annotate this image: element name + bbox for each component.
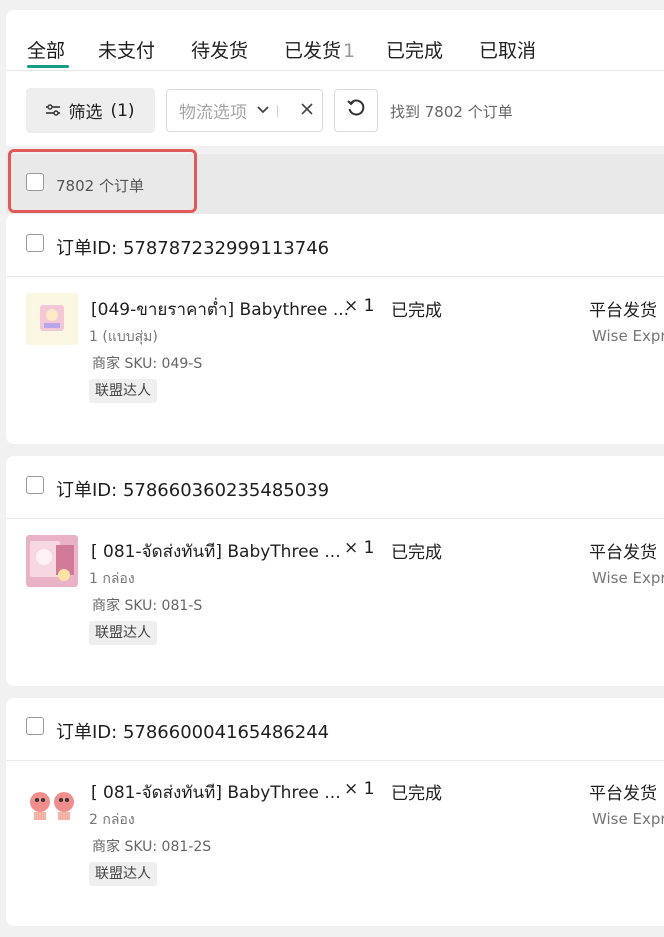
quantity: × 1 xyxy=(344,538,375,558)
product-title[interactable]: [ 081-จัดส่งทันที] BabyThree ... xyxy=(91,538,341,565)
order-header: 订单ID: 578787232999113746 xyxy=(6,214,664,277)
tab-label: 已完成 xyxy=(386,40,444,62)
order-checkbox[interactable] xyxy=(26,476,44,494)
tab-completed[interactable]: 已完成 xyxy=(386,36,443,63)
variant: 1 (แบบสุ่ม) xyxy=(89,329,158,345)
status-tabs: 全部 未支付 待发货 已发货 1 已完成 已取消 xyxy=(6,10,664,71)
product-title[interactable]: [ 081-จัดส่งทันที] BabyThree ... xyxy=(91,779,341,806)
order-card: 订单ID: 578660004165486244 [ 081-จัดส่งทัน… xyxy=(6,698,664,926)
affiliate-tag: 联盟达人 xyxy=(89,621,157,645)
shipping-method: 平台发货 xyxy=(589,301,657,321)
quantity: × 1 xyxy=(344,296,375,316)
tab-to-ship[interactable]: 待发货 xyxy=(191,36,248,63)
tab-label: 已发货 xyxy=(284,40,342,62)
affiliate-tag: 联盟达人 xyxy=(89,379,157,403)
product-thumbnail[interactable] xyxy=(26,776,78,828)
carrier: Wise Expre xyxy=(592,327,664,345)
order-card: 订单ID: 578787232999113746 [049-ขายราคาต่ำ… xyxy=(6,214,664,444)
product-thumbnail[interactable] xyxy=(26,293,78,345)
merchant-sku: 商家 SKU: 049-S xyxy=(92,356,203,372)
close-icon[interactable] xyxy=(301,100,313,120)
variant: 2 กล่อง xyxy=(89,812,135,828)
order-checkbox[interactable] xyxy=(26,717,44,735)
sliders-icon xyxy=(46,101,61,121)
result-count: 找到 7802 个订单 xyxy=(390,103,513,121)
order-id: 订单ID: 578660004165486244 xyxy=(56,722,330,743)
filter-button[interactable]: 筛选 (1) xyxy=(26,88,155,133)
variant: 1 กล่อง xyxy=(89,571,135,587)
tab-label: 全部 xyxy=(27,40,66,62)
product-thumbnail[interactable] xyxy=(26,535,78,587)
tab-label: 已取消 xyxy=(479,40,537,62)
active-tab-indicator xyxy=(27,65,69,68)
filter-label: 筛选 xyxy=(68,103,103,123)
affiliate-tag: 联盟达人 xyxy=(89,862,157,886)
tab-all[interactable]: 全部 xyxy=(27,36,65,63)
order-card: 订单ID: 578660360235485039 [ 081-จัดส่งทัน… xyxy=(6,456,664,686)
product-title[interactable]: [049-ขายราคาต่ำ] Babythree ... xyxy=(91,296,349,323)
tab-label: 待发货 xyxy=(191,40,249,62)
quantity: × 1 xyxy=(344,779,375,799)
chevron-down-icon xyxy=(257,103,269,118)
logistics-placeholder: 物流选项 xyxy=(179,103,247,123)
shipping-method: 平台发货 xyxy=(589,784,657,804)
order-checkbox[interactable] xyxy=(26,234,44,252)
carrier: Wise Expre xyxy=(592,569,664,587)
highlight-annotation xyxy=(8,149,197,213)
order-id: 订单ID: 578660360235485039 xyxy=(56,480,330,501)
tab-label: 未支付 xyxy=(98,40,156,62)
filter-count: (1) xyxy=(110,100,135,121)
refresh-icon xyxy=(346,98,366,124)
order-status: 已完成 xyxy=(391,543,442,563)
carrier: Wise Expre xyxy=(592,810,664,828)
logistics-select[interactable]: 物流选项 xyxy=(166,89,323,132)
divider xyxy=(277,104,278,117)
merchant-sku: 商家 SKU: 081-2S xyxy=(92,839,212,855)
order-id: 订单ID: 578787232999113746 xyxy=(56,238,330,259)
order-header: 订单ID: 578660360235485039 xyxy=(6,456,664,519)
tab-cancelled[interactable]: 已取消 xyxy=(479,36,536,63)
merchant-sku: 商家 SKU: 081-S xyxy=(92,598,203,614)
tab-shipped[interactable]: 已发货 1 xyxy=(284,36,355,63)
shipping-method: 平台发货 xyxy=(589,543,657,563)
order-header: 订单ID: 578660004165486244 xyxy=(6,698,664,761)
order-status: 已完成 xyxy=(391,301,442,321)
tab-unpaid[interactable]: 未支付 xyxy=(98,36,155,63)
reset-button[interactable] xyxy=(334,89,378,132)
tab-count: 1 xyxy=(343,40,356,62)
order-filter-panel: 全部 未支付 待发货 已发货 1 已完成 已取消 筛选 (1) 物流选项 找到 7… xyxy=(6,10,664,146)
order-status: 已完成 xyxy=(391,784,442,804)
